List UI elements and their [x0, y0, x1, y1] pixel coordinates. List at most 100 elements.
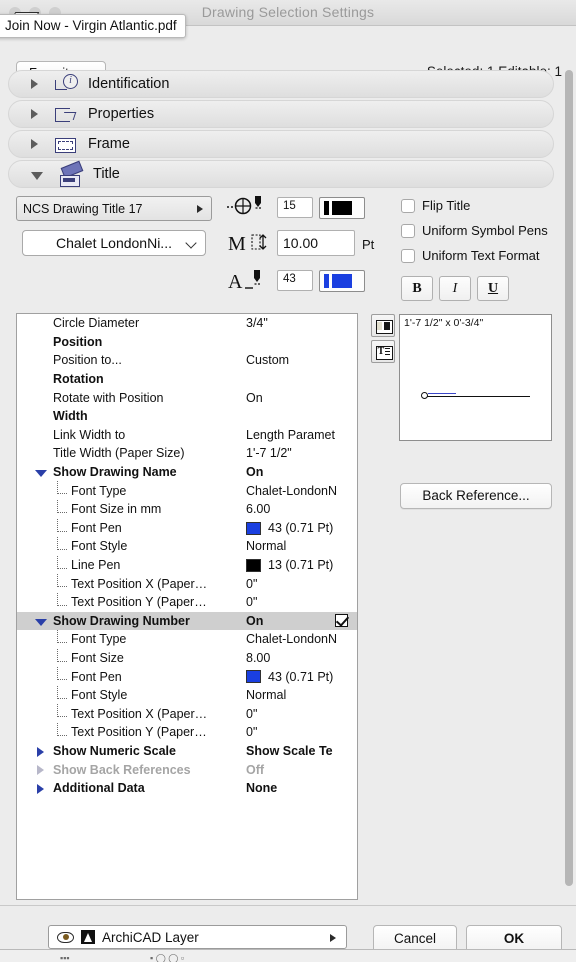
parameter-value[interactable]: Chalet-LondonN	[246, 484, 337, 498]
table-row[interactable]: Title Width (Paper Size) 1'-7 1/2"	[17, 444, 357, 463]
uniform-symbol-pens-checkbox-row[interactable]: Uniform Symbol Pens	[401, 223, 548, 238]
dialog-vertical-scrollbar[interactable]	[564, 70, 574, 912]
parameter-value[interactable]: Show Scale Te	[246, 744, 333, 758]
parameter-value[interactable]: Chalet-LondonN	[246, 632, 337, 646]
chevron-right-icon[interactable]	[37, 746, 44, 757]
sidebar-item-frame[interactable]: Frame	[8, 130, 554, 158]
pen-color-swatch[interactable]	[246, 558, 261, 572]
uniform-symbol-pens-checkbox[interactable]	[401, 223, 415, 238]
parameter-name: Rotate with Position	[53, 390, 164, 405]
table-row[interactable]: Text Position Y (Paper… 0"	[17, 592, 357, 612]
uniform-text-format-checkbox[interactable]	[401, 248, 415, 263]
flip-title-checkbox[interactable]	[401, 198, 415, 213]
layer-select-popup[interactable]: ArchiCAD Layer	[48, 925, 347, 949]
table-row[interactable]: Font Style Normal	[17, 537, 357, 556]
table-row[interactable]: Show Back References Off	[17, 760, 357, 779]
table-row[interactable]: Show Drawing Name On	[17, 463, 357, 482]
parameter-name: Show Drawing Number	[53, 613, 190, 628]
table-row[interactable]: Text Position Y (Paper… 0"	[17, 723, 357, 742]
chevron-down-icon[interactable]	[31, 171, 43, 180]
font-size-input[interactable]: 10.00	[277, 230, 355, 256]
table-row[interactable]: Show Numeric Scale Show Scale Te	[17, 742, 357, 761]
parameter-name: Title Width (Paper Size)	[53, 446, 185, 461]
parameter-value[interactable]: 0"	[246, 595, 257, 609]
table-row[interactable]: Font Type Chalet-LondonN	[17, 630, 357, 649]
parameter-value[interactable]: On	[246, 465, 263, 479]
parameter-value[interactable]: 3/4"	[246, 316, 268, 330]
chevron-right-icon[interactable]	[31, 139, 38, 149]
parameter-value[interactable]: 43 (0.71 Pt)	[268, 670, 333, 684]
title-style-popup[interactable]: NCS Drawing Title 17	[16, 196, 212, 221]
parameter-value[interactable]: Normal	[246, 688, 286, 702]
table-row[interactable]: Link Width to Length Paramet	[17, 426, 357, 445]
parameter-value[interactable]: 1'-7 1/2"	[246, 446, 292, 460]
parameter-value[interactable]: Length Paramet	[246, 428, 335, 442]
preview-pane[interactable]: 1'-7 1/2" x 0'-3/4"	[399, 314, 552, 441]
text-pen-color-swatch[interactable]	[319, 270, 365, 292]
table-row[interactable]: Font Pen 43 (0.71 Pt)	[17, 667, 357, 686]
parameter-value[interactable]: 0"	[246, 707, 257, 721]
symbol-pen-color-swatch[interactable]	[319, 197, 365, 219]
text-pen-input[interactable]: 43	[277, 270, 313, 291]
table-row[interactable]: Text Position X (Paper… 0"	[17, 574, 357, 593]
parameter-value[interactable]: None	[246, 781, 277, 795]
parameter-value[interactable]: 43 (0.71 Pt)	[268, 521, 333, 535]
parameter-value[interactable]: 13 (0.71 Pt)	[268, 558, 333, 572]
table-row[interactable]: Font Size 8.00	[17, 648, 357, 668]
parameter-value[interactable]: 6.00	[246, 502, 270, 516]
font-family-select[interactable]: Chalet LondonNi...	[22, 230, 206, 256]
pen-color-swatch[interactable]	[246, 521, 261, 535]
flip-title-checkbox-row[interactable]: Flip Title	[401, 198, 470, 213]
table-row[interactable]: Font Type Chalet-LondonN	[17, 481, 357, 500]
parameter-value[interactable]: Off	[246, 763, 264, 777]
sidebar-item-title[interactable]: Title	[8, 160, 554, 188]
scrollbar-thumb[interactable]	[565, 70, 573, 886]
parameter-name: Font Type	[71, 632, 127, 647]
parameter-value[interactable]: On	[246, 614, 263, 628]
font-size-unit-label: Pt	[362, 237, 375, 252]
uniform-text-format-checkbox-row[interactable]: Uniform Text Format	[401, 248, 540, 263]
symbol-pen-input[interactable]: 15	[277, 197, 313, 218]
chevron-down-icon[interactable]	[35, 618, 47, 626]
chevron-right-icon[interactable]	[31, 109, 38, 119]
table-row[interactable]: Rotation	[17, 370, 357, 389]
italic-button[interactable]: I	[439, 276, 471, 301]
parameter-value[interactable]: 8.00	[246, 651, 270, 665]
chevron-down-icon[interactable]	[35, 469, 47, 477]
table-row[interactable]: Font Style Normal	[17, 685, 357, 705]
parameter-value[interactable]: Custom	[246, 353, 289, 367]
chevron-right-icon[interactable]	[31, 79, 38, 89]
chevron-right-icon[interactable]	[37, 783, 44, 794]
parameter-list[interactable]: Circle Diameter 3/4" Position Position to..…	[16, 313, 358, 900]
tree-elbow-icon	[57, 648, 67, 662]
table-row[interactable]: Show Drawing Number On	[17, 611, 357, 631]
underline-button[interactable]: U	[477, 276, 509, 301]
font-family-value: Chalet LondonNi...	[56, 235, 172, 251]
preview-symbol-view-icon[interactable]	[371, 314, 395, 337]
pen-color-swatch[interactable]	[246, 670, 261, 684]
table-row[interactable]: Font Size in mm 6.00	[17, 499, 357, 519]
sidebar-item-properties[interactable]: Properties	[8, 100, 554, 128]
tree-elbow-icon	[57, 685, 67, 699]
section-label-identification: Identification	[88, 76, 170, 92]
table-row[interactable]: Additional Data None	[17, 779, 357, 798]
bold-button[interactable]: B	[401, 276, 433, 301]
parameter-value[interactable]: On	[246, 391, 263, 405]
table-row[interactable]: Position to... Custom	[17, 351, 357, 370]
chevron-right-icon[interactable]	[37, 765, 44, 776]
parameter-value[interactable]: 0"	[246, 577, 257, 591]
table-row[interactable]: Circle Diameter 3/4"	[17, 314, 357, 333]
table-row[interactable]: Line Pen 13 (0.71 Pt)	[17, 555, 357, 575]
table-row[interactable]: Rotate with Position On	[17, 388, 357, 407]
parameter-value[interactable]: 0"	[246, 725, 257, 739]
back-reference-button[interactable]: Back Reference...	[400, 483, 552, 509]
table-row[interactable]: Text Position X (Paper… 0"	[17, 704, 357, 723]
parameter-value[interactable]: Normal	[246, 539, 286, 553]
eye-icon[interactable]	[57, 931, 74, 943]
sidebar-item-identification[interactable]: Identification	[8, 70, 554, 98]
row-checkbox[interactable]	[335, 613, 348, 627]
table-row[interactable]: Font Pen 43 (0.71 Pt)	[17, 518, 357, 538]
table-row[interactable]: Position	[17, 333, 357, 352]
preview-text-view-icon[interactable]	[371, 340, 395, 363]
table-row[interactable]: Width	[17, 407, 357, 426]
